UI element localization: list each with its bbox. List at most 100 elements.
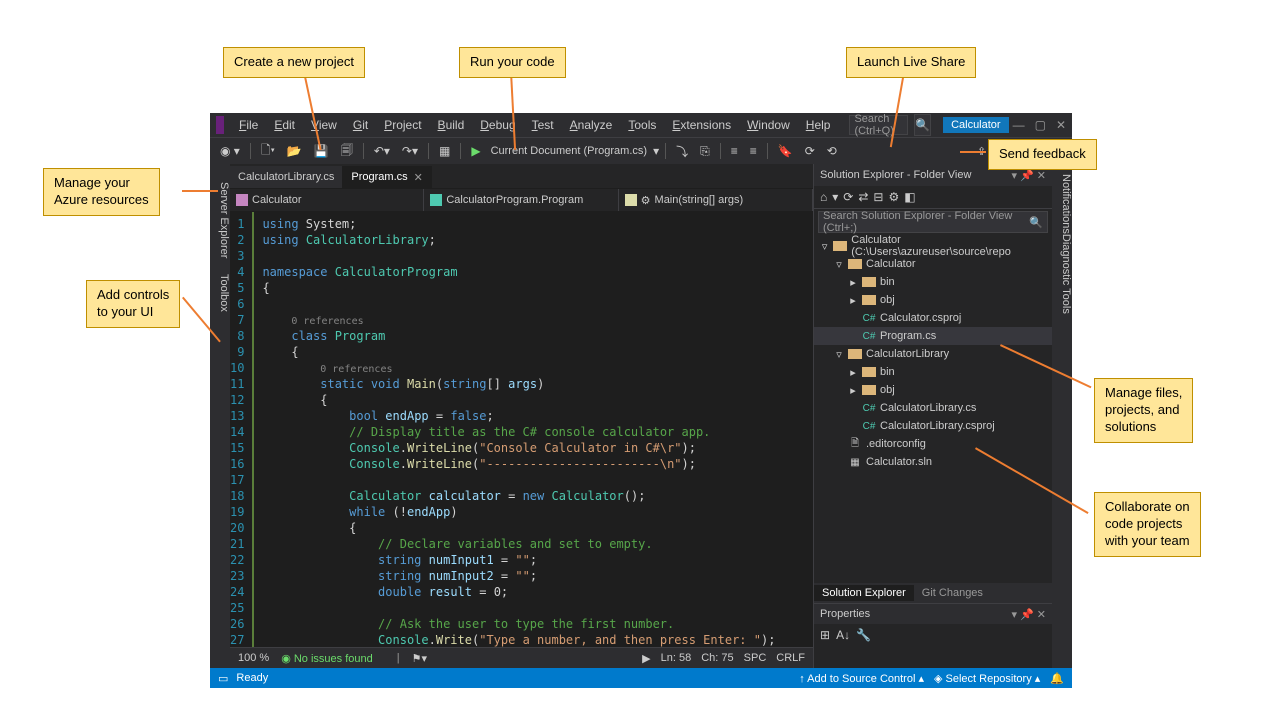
new-project-button[interactable]: 🗋▾: [257, 139, 279, 164]
menubar: FileEditViewGitProjectBuildDebugTestAnal…: [232, 116, 837, 134]
bookmark-button[interactable]: 🔖: [774, 142, 797, 160]
callout-run-code: Run your code: [459, 47, 566, 78]
menu-analyze[interactable]: Analyze: [563, 116, 620, 134]
solution-config[interactable]: Calculator: [943, 117, 1009, 133]
callout-manage-azure: Manage your Azure resources: [43, 168, 160, 216]
zoom-level[interactable]: 100 %: [238, 652, 269, 664]
tree-item[interactable]: ▸obj: [814, 381, 1052, 399]
nav-back-button[interactable]: ◉ ▾: [216, 142, 244, 160]
undo-button[interactable]: ↶▾: [370, 142, 394, 160]
panel-tab[interactable]: Git Changes: [914, 585, 991, 601]
menu-window[interactable]: Window: [740, 116, 797, 134]
nav-member[interactable]: ⚙Main(string[] args): [619, 189, 813, 211]
properties-title: Properties: [820, 608, 870, 620]
editor-statusbar: 100 % ◉ No issues found | ⚑▾ ▶ Ln: 58 Ch…: [230, 647, 813, 668]
vs-ide-window: FileEditViewGitProjectBuildDebugTestAnal…: [210, 113, 1072, 687]
status-crlf: CRLF: [776, 652, 805, 665]
redo-button[interactable]: ↷▾: [398, 142, 422, 160]
nav-scope[interactable]: Calculator: [230, 189, 424, 211]
open-button[interactable]: 📂: [283, 142, 306, 160]
alpha-icon[interactable]: A↓: [836, 628, 850, 642]
tree-item[interactable]: ▿Calculator (C:\Users\azureuser\source\r…: [814, 237, 1052, 255]
indent-button[interactable]: ≡: [727, 142, 742, 160]
run-button[interactable]: ▶: [467, 142, 484, 160]
tool-icon[interactable]: ⎘: [696, 142, 714, 161]
right-tool-tabs: NotificationsDiagnostic Tools: [1052, 164, 1072, 668]
tree-item[interactable]: 🗎.editorconfig: [814, 435, 1052, 453]
status-ch: Ch: 75: [701, 652, 733, 665]
right-tab[interactable]: Diagnostic Tools: [1060, 234, 1072, 314]
tool-icon[interactable]: ◧: [904, 190, 915, 204]
menu-debug[interactable]: Debug: [473, 116, 522, 134]
properties-panel: Properties▾ 📌 ✕ ⊞A↓🔧: [814, 603, 1052, 668]
tree-item[interactable]: ▦Calculator.sln: [814, 453, 1052, 471]
menu-project[interactable]: Project: [377, 116, 428, 134]
menu-help[interactable]: Help: [799, 116, 838, 134]
menu-git[interactable]: Git: [346, 116, 375, 134]
window-controls: — ▢ ✕: [1013, 118, 1066, 132]
code-editor[interactable]: 1234567891011121314151617181920212223242…: [230, 212, 813, 647]
save-all-button[interactable]: 🗐: [337, 139, 357, 164]
tree-item[interactable]: ▸obj: [814, 291, 1052, 309]
panel-tab[interactable]: Solution Explorer: [814, 585, 914, 601]
toolbar: ◉ ▾ 🗋▾ 📂 💾 🗐 ↶▾ ↷▾ ▦ ▶ Current Document …: [210, 137, 1072, 164]
callout-add-controls: Add controls to your UI: [86, 280, 180, 328]
search-input[interactable]: Search (Ctrl+Q): [849, 115, 908, 135]
vs-logo-icon: [216, 116, 224, 134]
minimize-icon[interactable]: —: [1013, 118, 1025, 132]
menu-file[interactable]: File: [232, 116, 265, 134]
status-ready: Ready: [236, 672, 268, 684]
document-tab[interactable]: CalculatorLibrary.cs: [230, 166, 343, 188]
panel-tabs: Solution ExplorerGit Changes: [814, 583, 1052, 603]
nav-class[interactable]: CalculatorProgram.Program: [424, 189, 618, 211]
home-icon[interactable]: ⌂: [820, 190, 827, 204]
callout-send-feedback: Send feedback: [988, 139, 1097, 170]
select-repository[interactable]: Select Repository: [946, 673, 1032, 685]
menu-tools[interactable]: Tools: [621, 116, 663, 134]
output-icon[interactable]: ▭: [218, 672, 228, 685]
maximize-icon[interactable]: ▢: [1035, 118, 1046, 132]
pin-icon[interactable]: ▾ 📌 ✕: [1011, 169, 1046, 182]
refresh-icon[interactable]: ⟳: [843, 190, 853, 204]
document-tab[interactable]: Program.cs✕: [343, 166, 431, 188]
code-content[interactable]: using System;using CalculatorLibrary; na…: [254, 212, 813, 647]
solution-tree[interactable]: ▿Calculator (C:\Users\azureuser\source\r…: [814, 235, 1052, 583]
menu-test[interactable]: Test: [525, 116, 561, 134]
categorize-icon[interactable]: ⊞: [820, 628, 830, 642]
tree-item[interactable]: C#Calculator.csproj: [814, 309, 1052, 327]
step-button[interactable]: ⤵: [672, 141, 692, 162]
bell-icon[interactable]: 🔔: [1050, 672, 1064, 685]
tree-item[interactable]: C#CalculatorLibrary.cs: [814, 399, 1052, 417]
tree-item[interactable]: C#Program.cs: [814, 327, 1052, 345]
callout-live-share: Launch Live Share: [846, 47, 976, 78]
code-navbar: Calculator CalculatorProgram.Program ⚙Ma…: [230, 188, 813, 212]
collapse-icon[interactable]: ⊟: [873, 190, 883, 204]
tree-item[interactable]: ▸bin: [814, 363, 1052, 381]
issues-status[interactable]: No issues found: [294, 653, 373, 665]
tree-item[interactable]: ▸bin: [814, 273, 1052, 291]
build-button[interactable]: ▦: [435, 142, 454, 160]
sln-search-input[interactable]: Search Solution Explorer - Folder View (…: [818, 211, 1048, 233]
wrench-icon[interactable]: 🔧: [856, 628, 871, 642]
menu-view[interactable]: View: [304, 116, 344, 134]
menu-extensions[interactable]: Extensions: [665, 116, 738, 134]
save-button[interactable]: 💾: [310, 142, 333, 160]
close-tab-icon[interactable]: ✕: [414, 171, 423, 184]
statusbar: ▭ Ready ↑ Add to Source Control ▴ ◈ Sele…: [210, 668, 1072, 688]
right-tab[interactable]: Notifications: [1060, 174, 1072, 234]
menu-edit[interactable]: Edit: [267, 116, 302, 134]
sync-icon[interactable]: ⇄: [858, 190, 868, 204]
status-spc: SPC: [744, 652, 767, 665]
close-icon[interactable]: ✕: [1056, 118, 1066, 132]
menu-build[interactable]: Build: [431, 116, 472, 134]
tree-item[interactable]: C#CalculatorLibrary.csproj: [814, 417, 1052, 435]
titlebar: FileEditViewGitProjectBuildDebugTestAnal…: [210, 113, 1072, 137]
solution-explorer-panel: Solution Explorer - Folder View ▾ 📌 ✕ ⌂▾…: [813, 164, 1052, 668]
tool-icon[interactable]: ⟲: [823, 142, 841, 160]
search-button[interactable]: 🔍: [914, 114, 931, 136]
tool-icon[interactable]: ⟳: [801, 142, 819, 160]
add-source-control[interactable]: Add to Source Control: [807, 673, 915, 685]
callout-manage-files: Manage files, projects, and solutions: [1094, 378, 1193, 443]
tool-icon[interactable]: ⚙: [888, 190, 899, 204]
outdent-button[interactable]: ≡: [746, 142, 761, 160]
